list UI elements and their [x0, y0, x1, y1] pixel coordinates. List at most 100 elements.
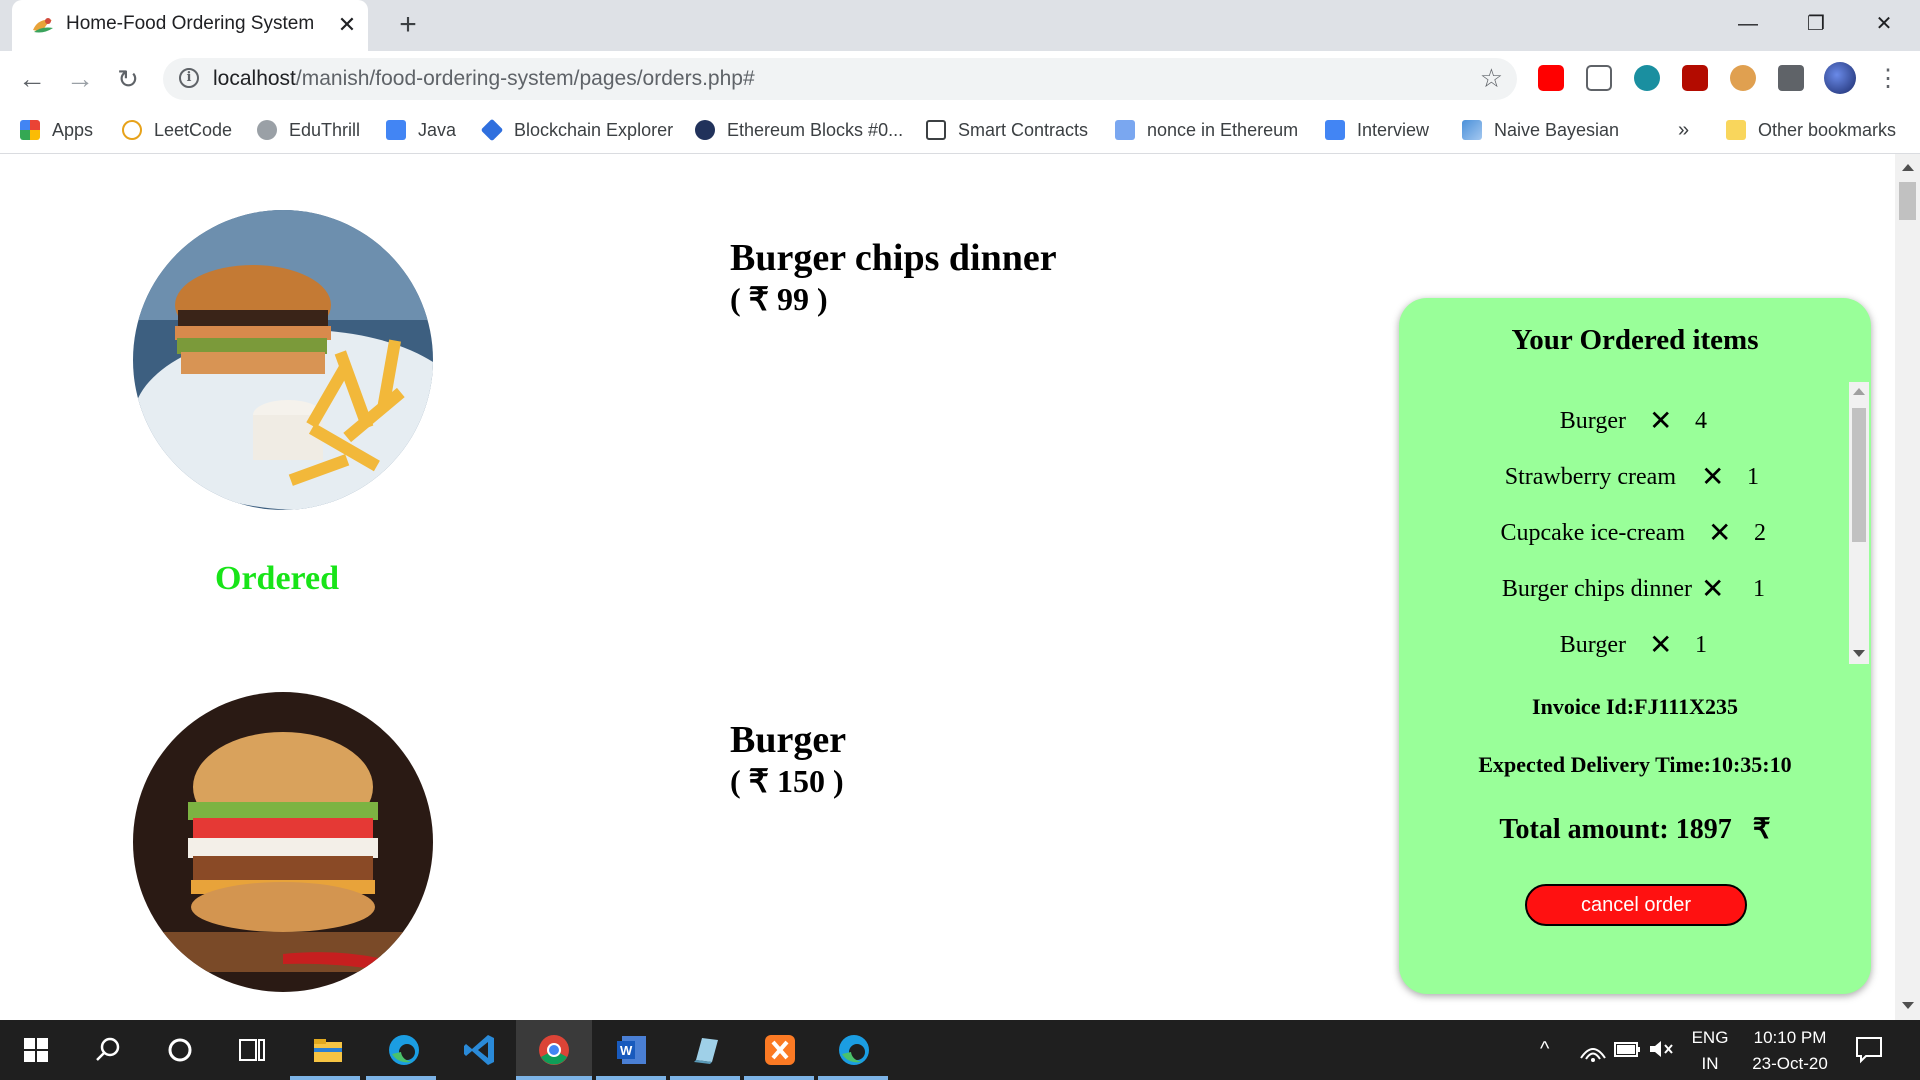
- region-indicator[interactable]: IN: [1686, 1054, 1734, 1074]
- bookmark-star-icon[interactable]: ☆: [1480, 63, 1503, 94]
- bookmark-leetcode[interactable]: LeetCode: [122, 115, 232, 145]
- windows-start-icon[interactable]: [16, 1030, 56, 1070]
- clock-time[interactable]: 10:10 PM: [1740, 1028, 1840, 1048]
- times-icon: ✕: [1701, 572, 1725, 605]
- order-summary-panel: Your Ordered items Burger ✕ 4 Strawberry…: [1399, 298, 1871, 994]
- cancel-order-button[interactable]: cancel order: [1525, 884, 1747, 926]
- bookmark-interview[interactable]: Interview: [1325, 115, 1429, 145]
- window-close-icon[interactable]: ✕: [1854, 4, 1914, 44]
- notes-app-icon[interactable]: [686, 1030, 726, 1070]
- orders-page: Burger chips dinner ( ₹ 99 ) Ordered Bur…: [0, 154, 1895, 1020]
- docs-icon: [1325, 120, 1345, 140]
- bookmark-smart-contracts[interactable]: Smart Contracts: [926, 115, 1088, 145]
- bookmark-java[interactable]: Java: [386, 115, 456, 145]
- bookmark-nonce-ethereum[interactable]: nonce in Ethereum: [1115, 115, 1298, 145]
- address-bar[interactable]: i localhost/manish/food-ordering-system/…: [163, 58, 1517, 100]
- food-item-price: ( ₹ 150 ): [730, 763, 844, 799]
- items-scroll-thumb[interactable]: [1852, 408, 1866, 542]
- minimize-icon[interactable]: —: [1718, 4, 1778, 44]
- chrome-icon[interactable]: [534, 1030, 574, 1070]
- file-explorer-icon[interactable]: [308, 1030, 348, 1070]
- page-scroll-up-icon[interactable]: [1902, 164, 1914, 171]
- tab-title: Home-Food Ordering System: [66, 13, 315, 34]
- puzzle-extensions-icon[interactable]: [1778, 65, 1804, 91]
- other-bookmarks[interactable]: Other bookmarks: [1726, 115, 1896, 145]
- language-indicator[interactable]: ENG: [1686, 1028, 1734, 1048]
- wifi-icon[interactable]: [1578, 1032, 1608, 1066]
- translate-extension-icon[interactable]: [1586, 65, 1612, 91]
- tray-chevron-icon[interactable]: ^: [1540, 1038, 1549, 1061]
- profile-avatar[interactable]: [1824, 62, 1856, 94]
- running-indicator: [290, 1076, 360, 1080]
- ordered-status: Ordered: [215, 560, 340, 597]
- reload-icon[interactable]: ↻: [110, 61, 146, 97]
- running-indicator: [516, 1076, 592, 1080]
- invoice-id: Invoice Id:FJ111X235: [1532, 694, 1738, 719]
- back-icon[interactable]: ←: [14, 61, 50, 97]
- edge-icon[interactable]: [834, 1030, 874, 1070]
- food-item-name: Burger chips dinner: [730, 237, 1057, 279]
- order-panel-title: Your Ordered items: [1511, 324, 1759, 356]
- etherscan-icon: [695, 120, 715, 140]
- docs-icon: [386, 120, 406, 140]
- scroll-up-arrow-icon[interactable]: [1853, 388, 1865, 395]
- restore-icon[interactable]: ❐: [1786, 4, 1846, 44]
- notifications-icon[interactable]: [1852, 1032, 1886, 1066]
- xampp-icon[interactable]: [760, 1030, 800, 1070]
- info-icon[interactable]: i: [179, 68, 199, 88]
- speaker-muted-icon[interactable]: [1646, 1036, 1676, 1062]
- bookmark-ethereum-blocks[interactable]: Ethereum Blocks #0...: [695, 115, 903, 145]
- eduthrill-icon: [257, 120, 277, 140]
- bookmarks-bar: Apps LeetCode EduThrill Java Blockchain …: [0, 107, 1920, 154]
- bookmark-naive-bayesian[interactable]: Naive Bayesian: [1462, 115, 1619, 145]
- svg-text:W: W: [620, 1043, 633, 1058]
- browser-toolbar: ← → ↻ i localhost/manish/food-ordering-s…: [0, 51, 1920, 107]
- menu-dots-icon[interactable]: ⋮: [1870, 61, 1906, 97]
- browser-tab-active[interactable]: Home-Food Ordering System ✕: [12, 0, 368, 51]
- bookmarks-overflow-icon[interactable]: »: [1678, 119, 1689, 142]
- times-icon: ✕: [1708, 516, 1732, 549]
- running-indicator: [818, 1076, 888, 1080]
- running-indicator: [366, 1076, 436, 1080]
- running-indicator: [744, 1076, 814, 1080]
- close-tab-icon[interactable]: ✕: [334, 12, 360, 38]
- list-item: Burger ✕ 1: [1559, 628, 1707, 661]
- cortana-icon[interactable]: [160, 1030, 200, 1070]
- clock-date[interactable]: 23-Oct-20: [1740, 1054, 1840, 1074]
- page-scroll-down-icon[interactable]: [1902, 1002, 1914, 1009]
- running-indicator: [670, 1076, 740, 1080]
- leetcode-icon: [122, 120, 142, 140]
- ordered-items-list[interactable]: Burger ✕ 4 Strawberry cream ✕ 1 Cupcake …: [1399, 384, 1871, 666]
- burger-chips-dinner-image: [133, 210, 433, 510]
- page-scrollbar[interactable]: [1895, 154, 1920, 1020]
- apps-grid-icon: [20, 120, 40, 140]
- bookmark-eduthrill[interactable]: EduThrill: [257, 115, 360, 145]
- total-amount: Total amount: 1897 ₹: [1499, 814, 1771, 845]
- url-text[interactable]: localhost/manish/food-ordering-system/pa…: [213, 67, 755, 91]
- page-scroll-thumb[interactable]: [1899, 182, 1916, 220]
- list-item: Strawberry cream ✕ 1: [1504, 460, 1759, 493]
- bookmark-blockchain-explorer[interactable]: Blockchain Explorer: [480, 115, 673, 145]
- list-item: Burger ✕ 4: [1559, 404, 1707, 437]
- expected-delivery-time: Expected Delivery Time:10:35:10: [1478, 752, 1792, 777]
- cookie-extension-icon[interactable]: [1730, 65, 1756, 91]
- eth-icon: [1115, 120, 1135, 140]
- scroll-down-arrow-icon[interactable]: [1853, 650, 1865, 657]
- page-icon: [926, 120, 946, 140]
- vscode-icon[interactable]: [460, 1030, 500, 1070]
- pdf-extension-icon[interactable]: [1682, 65, 1708, 91]
- search-icon[interactable]: [88, 1030, 128, 1070]
- running-indicator: [596, 1076, 666, 1080]
- edge-icon[interactable]: [384, 1030, 424, 1070]
- bookmark-apps[interactable]: Apps: [20, 115, 93, 145]
- youtube-extension-icon[interactable]: [1538, 65, 1564, 91]
- windows-taskbar: W ^ ENG IN 10:10 PM 23-Oct-20: [0, 1020, 1920, 1080]
- forward-icon[interactable]: →: [62, 61, 98, 97]
- times-icon: ✕: [1701, 460, 1725, 493]
- word-icon[interactable]: W: [612, 1030, 652, 1070]
- new-tab-icon[interactable]: +: [392, 10, 424, 42]
- task-view-icon[interactable]: [232, 1030, 272, 1070]
- items-scrollbar[interactable]: [1849, 382, 1869, 664]
- circle-extension-icon[interactable]: [1634, 65, 1660, 91]
- battery-icon[interactable]: [1612, 1036, 1642, 1062]
